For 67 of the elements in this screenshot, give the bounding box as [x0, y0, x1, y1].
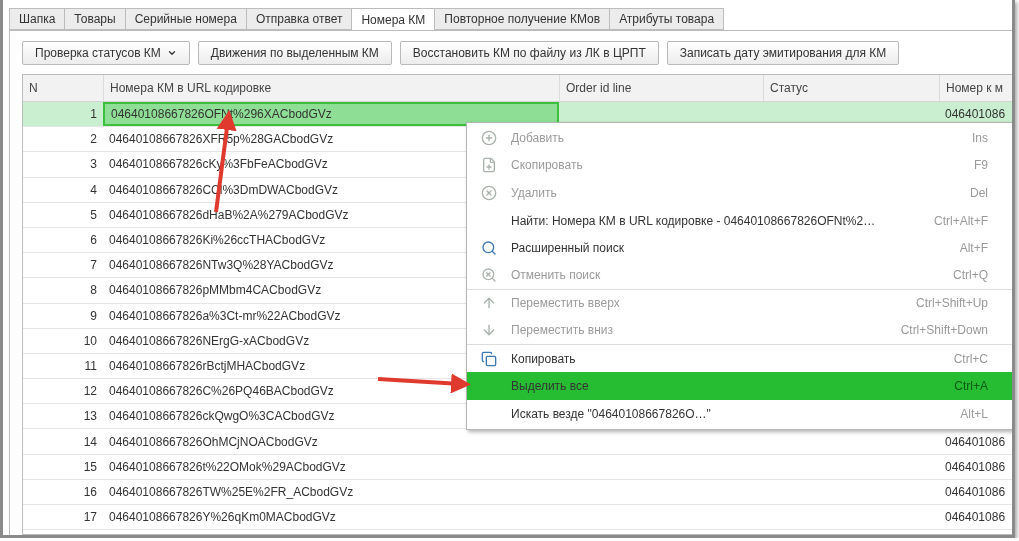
cross-circle-icon [481, 185, 497, 201]
table-cell-text: 04640108667826a%3Ct-mr%22ACbodGVz [108, 307, 342, 325]
dropdown-button[interactable]: Проверка статусов КМ [22, 41, 190, 65]
toolbar-button[interactable]: Движения по выделенным КМ [197, 41, 392, 65]
toolbar-button[interactable]: Записать дату эмитирования для КМ [666, 41, 900, 65]
table-cell-text: 04640108667826ckQwgO%3CACbodGVz [108, 408, 336, 426]
row-number: 15 [82, 458, 98, 476]
menu-item[interactable]: Искать везде "04640108667826O…" Alt+L [467, 399, 1012, 428]
table-cell-text: 046401086 [944, 106, 1007, 124]
table-cell-text: 04640108667826rBctjMHACbodGVz [108, 357, 307, 375]
row-number: 7 [89, 257, 98, 275]
table-cell-text: 046401086 [944, 509, 1007, 527]
row-number: 2 [89, 131, 98, 149]
row-number: 14 [82, 433, 98, 451]
column-header[interactable]: Статус [763, 75, 939, 101]
row-number: 16 [82, 483, 98, 501]
table-row[interactable]: 16 04640108667826TW%25E%2FR_ACbodGVz 046401086 [23, 479, 1012, 505]
menu-item[interactable]: Копировать Ctrl+C [467, 344, 1012, 373]
tab[interactable]: Повторное получение КМов [435, 8, 611, 30]
tab[interactable]: Отправка ответ [246, 8, 353, 30]
table-cell-text: 04640108667826C%26PQ46BACbodGVz [108, 383, 335, 401]
row-number: 9 [89, 307, 98, 325]
toolbar-button[interactable]: Восстановить КМ по файлу из ЛК в ЦРПТ [399, 41, 659, 65]
menu-item[interactable]: Выделить все Ctrl+A [467, 372, 1012, 400]
row-number: 13 [82, 408, 98, 426]
search-icon [481, 240, 497, 257]
menu-item[interactable]: Расширенный поиск Alt+F [467, 234, 1012, 262]
table-cell-text: 04640108667826Ki%26ccTHACbodGVz [108, 232, 327, 250]
plus-circle-icon [481, 129, 497, 146]
table-cell-text: 04640108667826pMMbm4CACbodGVz [108, 282, 323, 300]
tab[interactable]: Номера КМ [352, 8, 436, 31]
row-number: 10 [82, 332, 98, 350]
caret-icon [166, 48, 177, 58]
menu-item[interactable]: Найти: Номера КМ в URL кодировке - 04640108667826OFNt%2… Ctrl+Alt+F [467, 206, 1012, 235]
column-header[interactable]: N [23, 75, 103, 101]
column-header[interactable]: Order id line [559, 75, 763, 101]
row-number: 1 [89, 106, 98, 124]
table-cell-text: 046401086 [944, 483, 1007, 501]
row-number: 4 [89, 181, 98, 199]
row-number: 5 [89, 206, 98, 224]
table-cell-text: 04640108667826dHaB%2A%279ACbodGVz [108, 206, 350, 224]
row-number: 8 [89, 282, 98, 300]
table-cell-text: 04640108667826NErgG-xACbodGVz [108, 332, 311, 350]
table-cell-text: 04640108667826Y%26qKm0MACbodGVz [108, 509, 337, 527]
row-number: 6 [89, 232, 98, 250]
table-cell-text: 04640108667826NTw3Q%28YACbodGVz [108, 257, 335, 275]
table-cell-text: 046401086 [944, 458, 1007, 476]
table-cell-text: 04640108667826TW%25E%2FR_ACbodGVz [108, 483, 355, 501]
tab[interactable]: Атрибуты товара [610, 8, 725, 30]
table-row[interactable]: 17 04640108667826Y%26qKm0MACbodGVz 046401086 [23, 505, 1012, 531]
table-row[interactable]: 14 04640108667826OhMCjNOACbodGVz 046401086 [23, 429, 1012, 455]
column-header[interactable]: Номер к м [939, 75, 1012, 101]
copy-icon [481, 350, 497, 367]
row-number: 11 [83, 357, 98, 375]
table-cell-text: 04640108667826OhMCjNOACbodGVz [108, 433, 319, 451]
table-cell-text: 04640108667826t%22OMok%29ACbodGVz [108, 458, 347, 476]
tab[interactable]: Серийные номера [125, 8, 247, 30]
column-header[interactable]: Номера КМ в URL кодировке [103, 75, 559, 101]
tab[interactable]: Товары [65, 8, 126, 30]
row-number: 12 [82, 383, 98, 401]
row-number: 3 [89, 156, 98, 174]
table-cell-text: 046401086 [944, 433, 1007, 451]
row-number: 17 [82, 509, 98, 527]
table-row[interactable]: 15 04640108667826t%22OMok%29ACbodGVz 046401086 [23, 454, 1012, 480]
tab[interactable]: Шапка [9, 8, 66, 30]
document-plus-icon [481, 157, 497, 174]
search-cancel-icon [481, 267, 497, 284]
